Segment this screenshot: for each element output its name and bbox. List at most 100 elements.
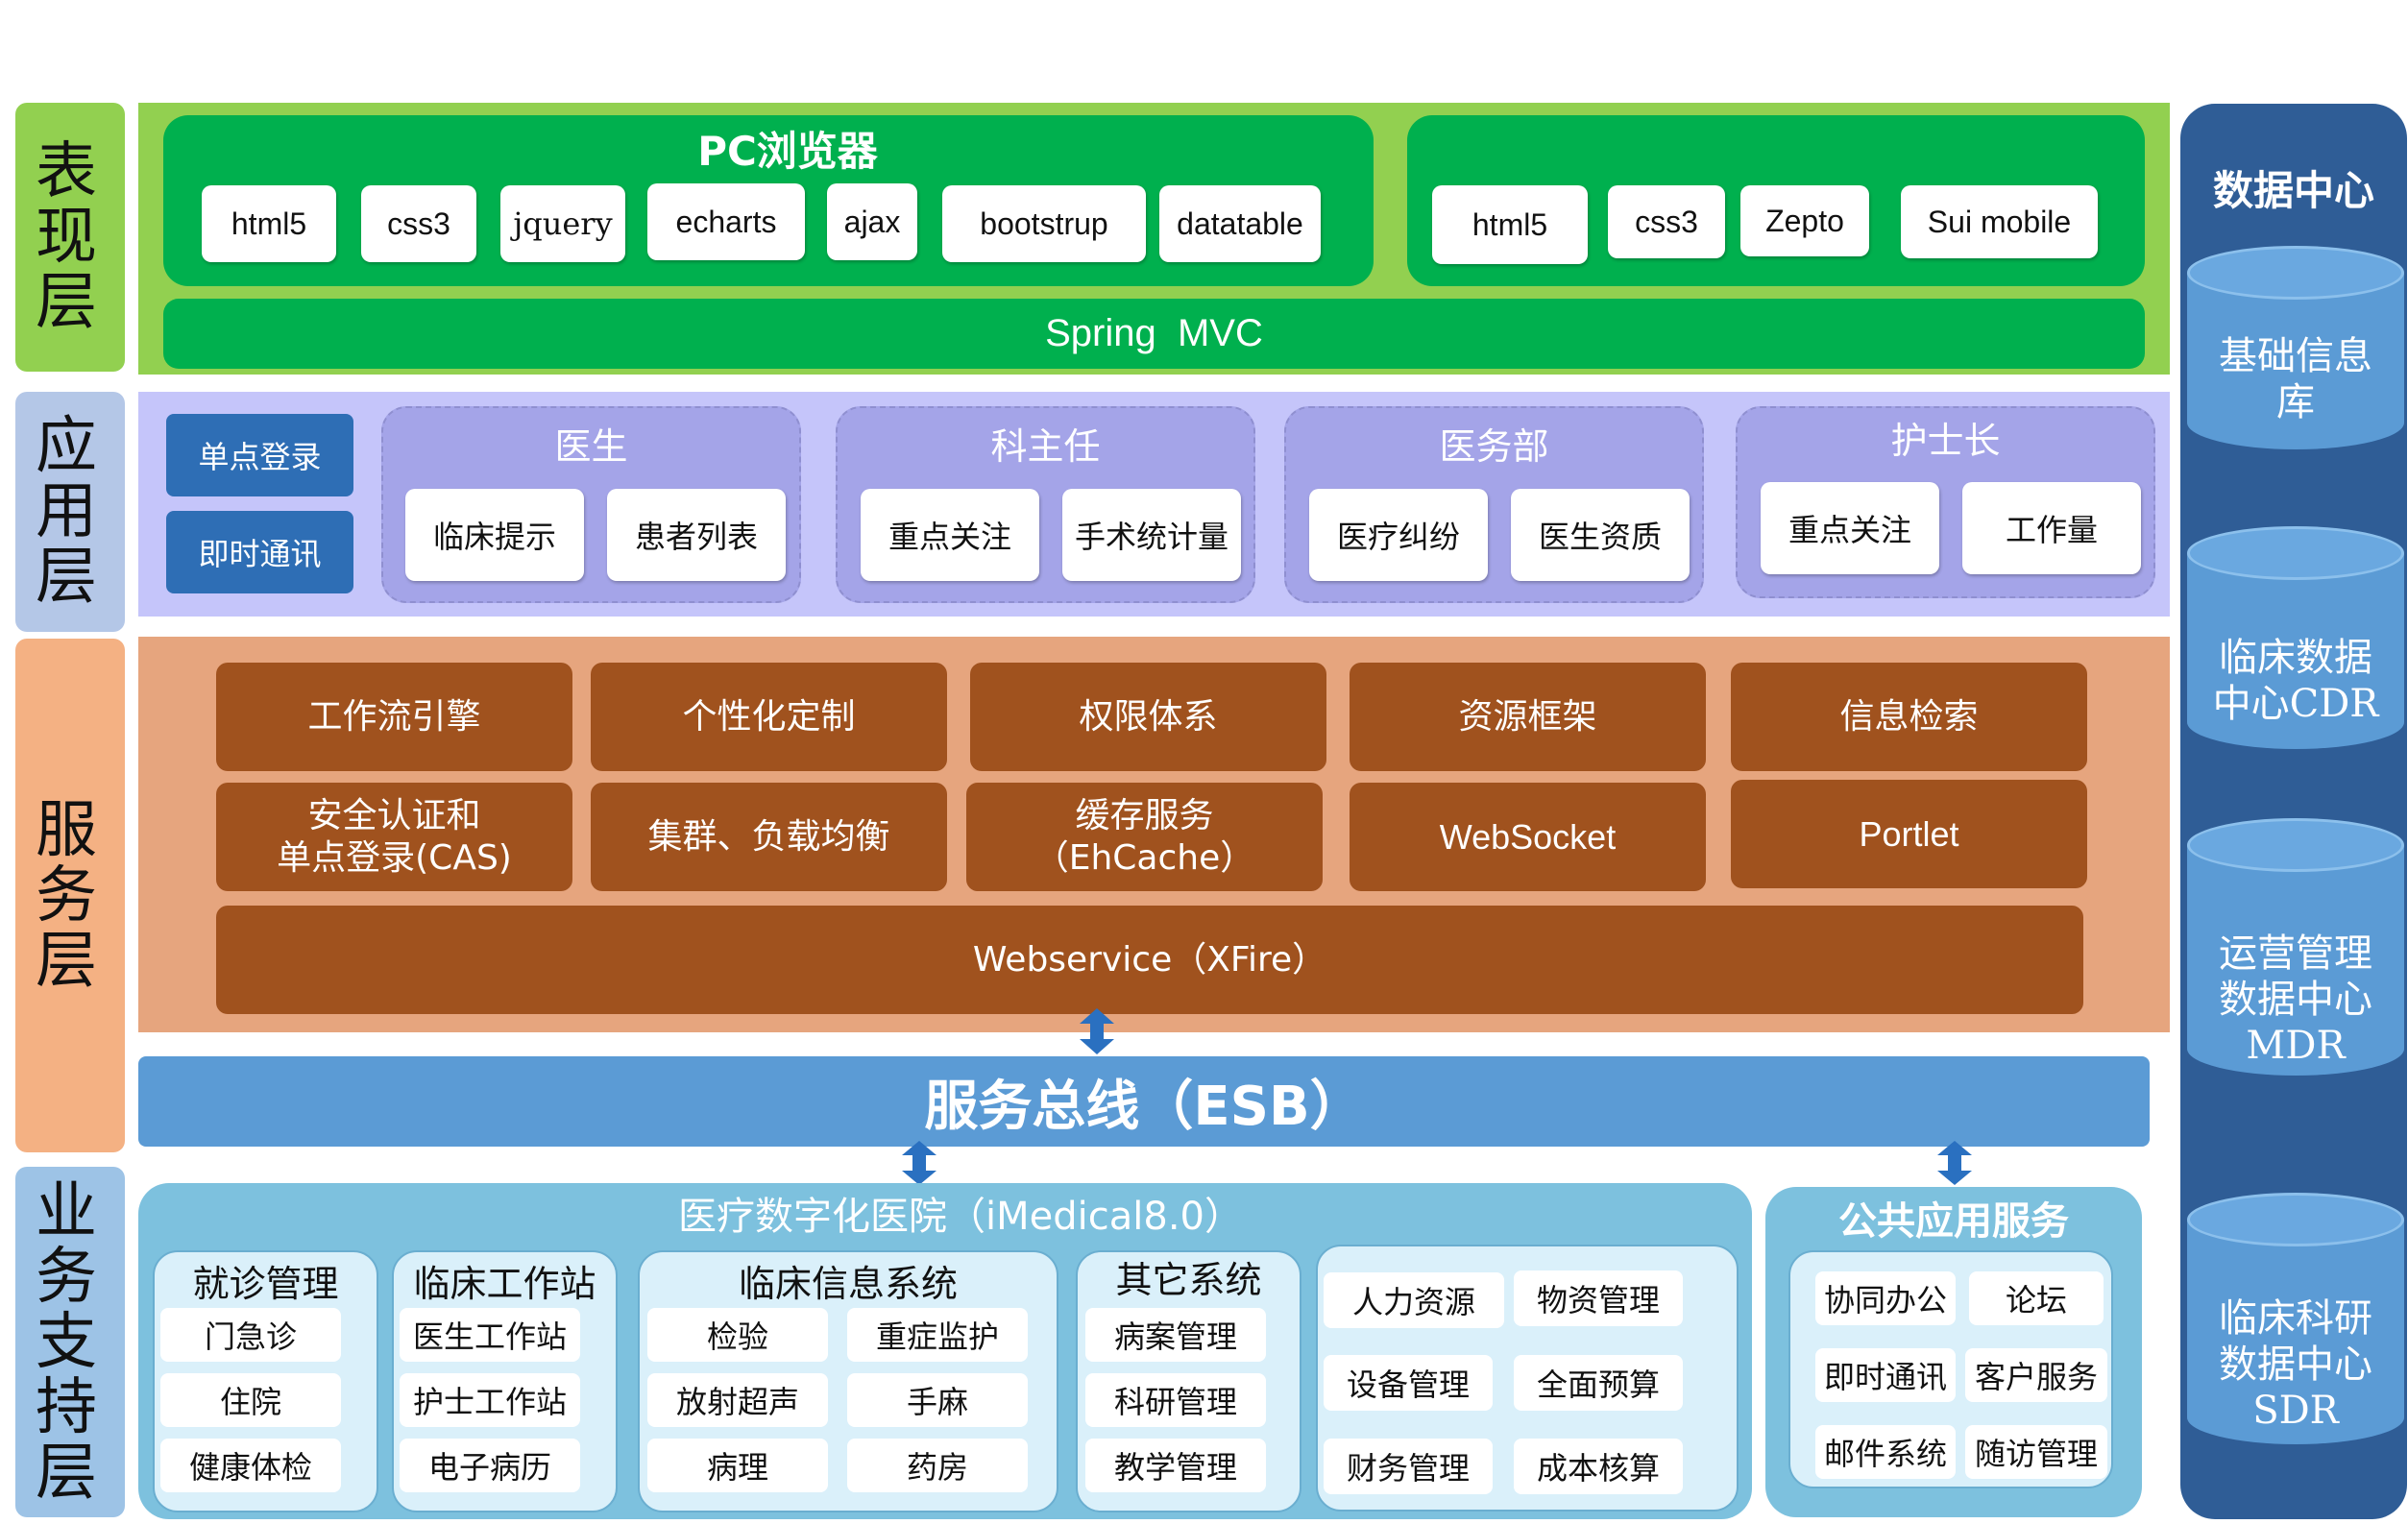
single-sign-on-button[interactable]: 单点登录	[166, 414, 353, 496]
mobile-tech-html5: html5	[1432, 185, 1588, 264]
cache-service-line1: 缓存服务	[1075, 795, 1214, 835]
database-1-line2: 库	[2276, 380, 2315, 424]
double-arrow-icon	[1080, 1008, 1114, 1054]
emr-item[interactable]: 电子病历	[400, 1439, 580, 1492]
database-1-label: 基础信息 库	[2187, 327, 2404, 432]
application-layer-label: 应用层	[15, 392, 125, 632]
tech-datatable: datatable	[1159, 185, 1321, 262]
group-visit-management-title: 就诊管理	[192, 1262, 339, 1305]
teaching-management-item[interactable]: 教学管理	[1085, 1439, 1266, 1492]
role-department-head-title: 科主任	[990, 424, 1101, 468]
security-cas-line1: 安全认证和	[307, 795, 481, 835]
presentation-layer-text: 表现层	[36, 136, 97, 338]
database-3-label: 运营管理 数据中心 MDR	[2187, 928, 2404, 1072]
workload-item[interactable]: 工作量	[1962, 482, 2141, 574]
health-checkup-item[interactable]: 健康体检	[160, 1439, 341, 1492]
data-center-title: 数据中心	[2212, 166, 2374, 214]
database-4-line2: 数据中心	[2219, 1343, 2372, 1387]
medical-dispute-item[interactable]: 医疗纠纷	[1309, 489, 1488, 581]
pharmacy-item[interactable]: 药房	[847, 1439, 1028, 1492]
database-4-label: 临床科研 数据中心 SDR	[2187, 1293, 2404, 1437]
cluster-load-balance: 集群、负载均衡	[591, 783, 947, 891]
patient-list-item[interactable]: 患者列表	[607, 489, 786, 581]
pc-browser-title: PC浏览器	[697, 127, 878, 175]
database-4-line1: 临床科研	[2219, 1296, 2372, 1341]
webservice-bar: Webservice（XFire）	[216, 906, 2083, 1014]
head-nurse-key-focus-item[interactable]: 重点关注	[1761, 482, 1939, 574]
spring-mvc-bar: Spring MVC	[163, 299, 2145, 369]
tech-jquery: jquery	[500, 185, 625, 262]
service-layer-label: 服务层	[15, 639, 125, 1152]
permission-system: 权限体系	[970, 663, 1326, 771]
database-2-line2: 中心CDR	[2212, 682, 2379, 726]
database-2-label: 临床数据 中心CDR	[2187, 628, 2404, 734]
materials-management-item[interactable]: 物资管理	[1514, 1270, 1683, 1326]
service-layer-text: 服务层	[36, 794, 97, 997]
instant-messaging-button[interactable]: 即时通讯	[166, 511, 353, 593]
cache-service: 缓存服务 （EhCache）	[966, 783, 1323, 891]
medical-records-item[interactable]: 病案管理	[1085, 1308, 1266, 1362]
clinical-tips-item[interactable]: 临床提示	[405, 489, 584, 581]
role-doctor-title: 医生	[554, 424, 628, 468]
information-retrieval: 信息检索	[1731, 663, 2087, 771]
business-layer-text: 业务支持层	[36, 1175, 97, 1509]
anesthesia-item[interactable]: 手麻	[847, 1373, 1028, 1427]
human-resources-item[interactable]: 人力资源	[1324, 1272, 1504, 1328]
tech-html5: html5	[202, 185, 336, 262]
database-1-line1: 基础信息	[2219, 334, 2372, 378]
doctor-qualification-item[interactable]: 医生资质	[1511, 489, 1690, 581]
double-arrow-icon	[1937, 1141, 1972, 1185]
emergency-item[interactable]: 门急诊	[160, 1308, 341, 1362]
radiology-item[interactable]: 放射超声	[647, 1373, 828, 1427]
lab-test-item[interactable]: 检验	[647, 1308, 828, 1362]
workflow-engine: 工作流引擎	[216, 663, 572, 771]
role-medical-affairs-title: 医务部	[1439, 424, 1549, 468]
database-3-line2: 数据中心	[2219, 978, 2372, 1022]
double-arrow-icon	[902, 1141, 936, 1185]
group-clinical-workstation-title: 临床工作站	[413, 1262, 596, 1305]
database-cylinder-1-top	[2187, 246, 2404, 300]
portlet: Portlet	[1731, 780, 2087, 888]
mobile-tech-zepto: Zepto	[1740, 185, 1869, 256]
tech-echarts: echarts	[647, 183, 805, 260]
tech-css3: css3	[361, 185, 476, 262]
forum-item[interactable]: 论坛	[1969, 1271, 2104, 1325]
security-cas-line2: 单点登录(CAS)	[277, 837, 512, 878]
hospital-title: 医疗数字化医院（iMedical8.0）	[678, 1195, 1243, 1239]
surgery-stats-item[interactable]: 手术统计量	[1062, 489, 1241, 581]
icu-item[interactable]: 重症监护	[847, 1308, 1028, 1362]
follow-up-item[interactable]: 随访管理	[1965, 1425, 2107, 1479]
personalization: 个性化定制	[591, 663, 947, 771]
role-head-nurse-title: 护士长	[1890, 419, 2001, 462]
tech-ajax: ajax	[827, 183, 917, 260]
websocket: WebSocket	[1350, 783, 1706, 891]
key-focus-item[interactable]: 重点关注	[861, 489, 1039, 581]
group-clinical-info-system-title: 临床信息系统	[738, 1262, 958, 1305]
research-management-item[interactable]: 科研管理	[1085, 1373, 1266, 1427]
public-services-title: 公共应用服务	[1838, 1199, 2069, 1244]
group-other-systems-title: 其它系统	[1115, 1258, 1262, 1301]
equipment-management-item[interactable]: 设备管理	[1324, 1355, 1493, 1411]
database-3-line1: 运营管理	[2219, 931, 2372, 976]
nurse-workstation-item[interactable]: 护士工作站	[400, 1373, 580, 1427]
finance-management-item[interactable]: 财务管理	[1324, 1439, 1493, 1494]
mobile-tech-sui-mobile: Sui mobile	[1901, 185, 2098, 258]
customer-service-item[interactable]: 客户服务	[1965, 1348, 2107, 1402]
mail-system-item[interactable]: 邮件系统	[1815, 1425, 1956, 1479]
business-layer-label: 业务支持层	[15, 1167, 125, 1517]
database-3-line3: MDR	[2246, 1024, 2346, 1068]
resource-framework: 资源框架	[1350, 663, 1706, 771]
im-service-item[interactable]: 即时通讯	[1815, 1348, 1956, 1402]
budget-item[interactable]: 全面预算	[1514, 1355, 1683, 1411]
inpatient-item[interactable]: 住院	[160, 1373, 341, 1427]
cost-accounting-item[interactable]: 成本核算	[1514, 1439, 1683, 1494]
database-cylinder-3-top	[2187, 818, 2404, 872]
esb-bar: 服务总线（ESB）	[138, 1056, 2150, 1147]
security-cas: 安全认证和 单点登录(CAS)	[216, 783, 572, 891]
pathology-item[interactable]: 病理	[647, 1439, 828, 1492]
doctor-workstation-item[interactable]: 医生工作站	[400, 1308, 580, 1362]
collaboration-item[interactable]: 协同办公	[1815, 1271, 1956, 1325]
tech-bootstrup: bootstrup	[942, 185, 1146, 262]
cache-service-line2: （EhCache）	[1034, 837, 1255, 878]
presentation-layer-label: 表现层	[15, 103, 125, 372]
